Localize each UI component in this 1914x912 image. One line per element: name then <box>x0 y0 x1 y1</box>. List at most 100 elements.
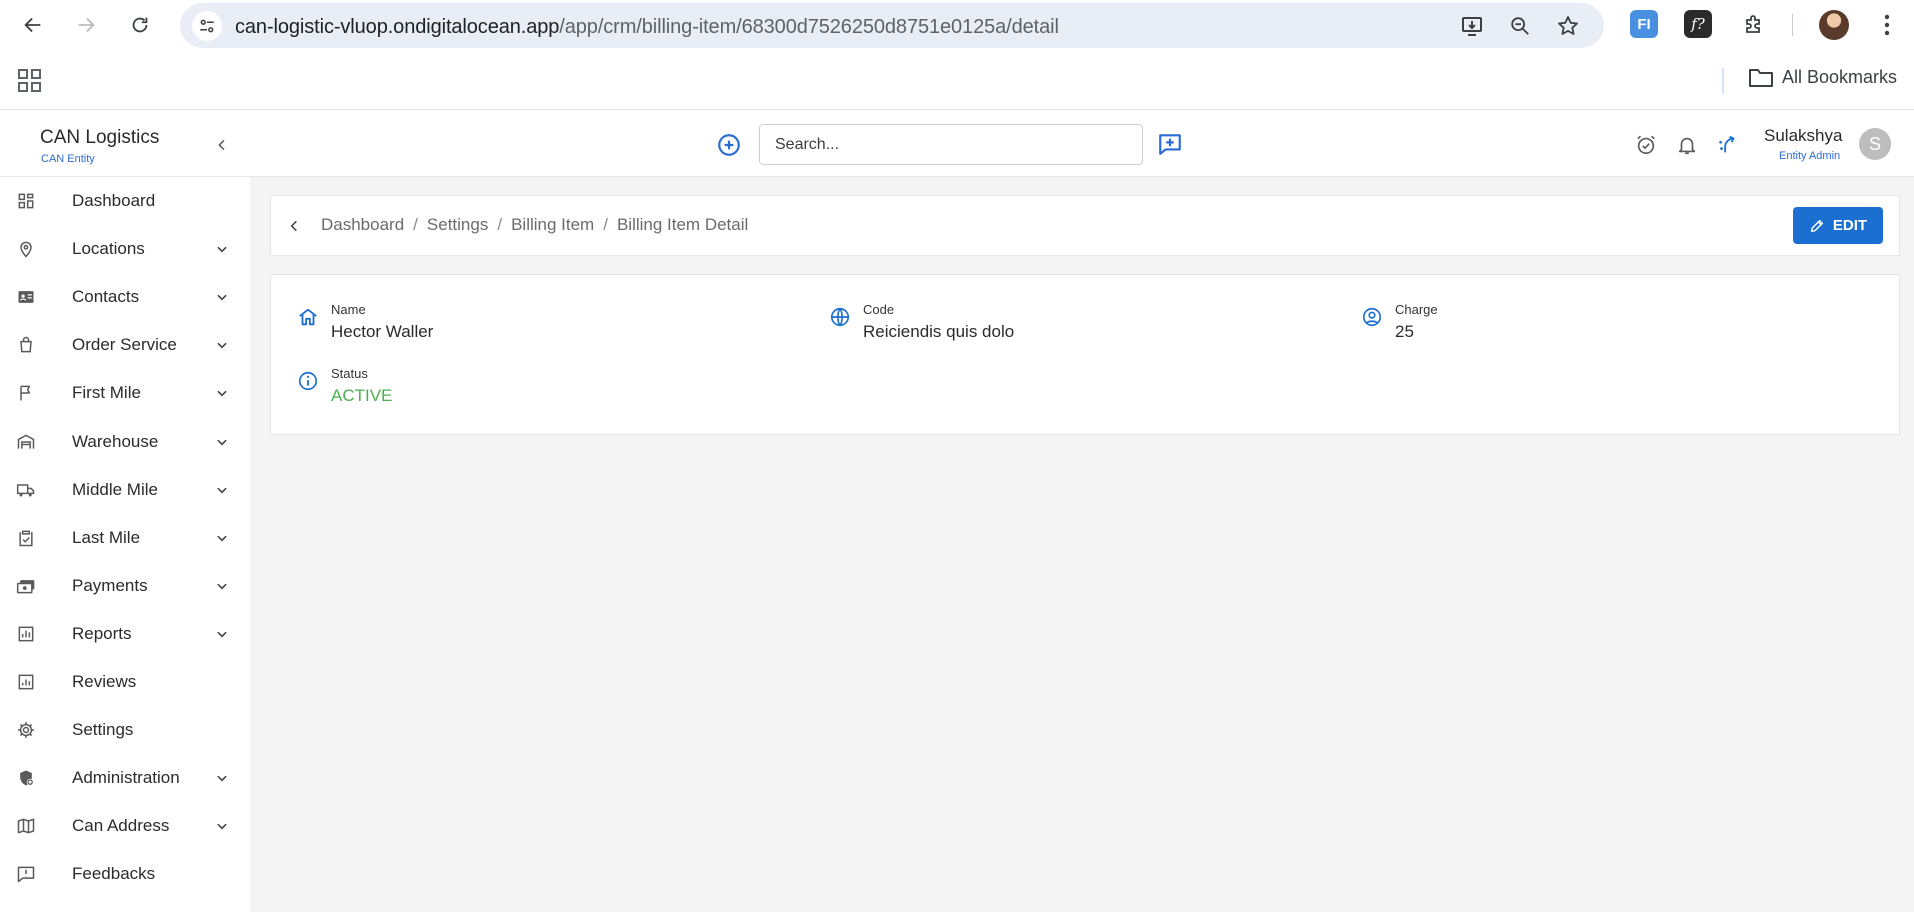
pencil-icon <box>1809 218 1825 234</box>
brand-subtitle: CAN Entity <box>41 153 95 165</box>
chevron-down-icon[interactable] <box>212 335 232 355</box>
extension-fi-icon[interactable]: FI <box>1630 10 1658 38</box>
code-value: Reiciendis quis dolo <box>863 322 1015 341</box>
forward-icon[interactable] <box>70 9 102 41</box>
zoom-icon[interactable] <box>1506 12 1534 40</box>
breadcrumb-current: Billing Item Detail <box>616 215 749 234</box>
apps-grid-icon[interactable] <box>17 68 43 94</box>
sidebar-item-middle-mile[interactable]: Middle Mile <box>0 468 250 512</box>
brand-title: CAN Logistics <box>40 127 160 148</box>
all-bookmarks-button[interactable]: All Bookmarks <box>1748 66 1897 88</box>
warehouse-icon <box>15 431 37 453</box>
billing-item-detail-card: Name Hector Waller Code Reiciendis quis … <box>270 274 1900 435</box>
sidebar-item-can-address[interactable]: Can Address <box>0 804 250 848</box>
chevron-down-icon[interactable] <box>212 624 232 644</box>
sidebar-item-last-mile[interactable]: Last Mile <box>0 516 250 560</box>
reviews-chart-icon <box>15 671 37 693</box>
sidebar-item-warehouse[interactable]: Warehouse <box>0 420 250 464</box>
install-icon[interactable] <box>1458 12 1486 40</box>
back-icon[interactable] <box>17 9 49 41</box>
code-label: Code <box>863 302 895 317</box>
url-path: /app/crm/billing-item/68300d7526250d8751… <box>559 16 1059 38</box>
chevron-down-icon[interactable] <box>212 576 232 596</box>
sidebar-item-administration[interactable]: Administration <box>0 756 250 800</box>
user-name[interactable]: Sulakshya <box>1764 126 1842 146</box>
url-text: can-logistic-vluop.ondigitalocean.app/ap… <box>235 16 1059 39</box>
sidebar-item-label: First Mile <box>72 383 141 403</box>
home-icon <box>297 306 319 328</box>
bell-icon[interactable] <box>1674 132 1700 158</box>
sidebar-item-label: Warehouse <box>72 431 159 451</box>
chevron-down-icon[interactable] <box>212 287 232 307</box>
sidebar-item-reviews[interactable]: Reviews <box>0 660 250 704</box>
chevron-down-icon[interactable] <box>212 480 232 500</box>
dashboard-icon <box>15 190 37 212</box>
sidebar-item-dashboard[interactable]: Dashboard <box>0 179 250 223</box>
bookmarks-divider <box>1722 68 1724 94</box>
breadcrumb-billing-item[interactable]: Billing Item <box>511 215 594 235</box>
sidebar-collapse-button[interactable] <box>210 133 234 157</box>
truck-icon <box>15 479 37 501</box>
sidebar-item-label: Reviews <box>72 672 137 691</box>
url-host: can-logistic-vluop.ondigitalocean.app <box>235 16 560 38</box>
breadcrumb-dashboard[interactable]: Dashboard <box>321 215 404 235</box>
status-value: ACTIVE <box>331 386 393 405</box>
profile-avatar[interactable] <box>1819 10 1849 40</box>
breadcrumb-settings[interactable]: Settings <box>427 215 488 235</box>
sidebar-item-feedbacks[interactable]: Feedbacks <box>0 852 250 896</box>
chevron-down-icon[interactable] <box>212 528 232 548</box>
all-bookmarks-label: All Bookmarks <box>1782 66 1898 87</box>
globe-icon <box>829 306 851 328</box>
add-circle-icon[interactable] <box>716 132 744 160</box>
sidebar-item-label: Payments <box>72 575 148 595</box>
sidebar-item-label: Last Mile <box>72 527 141 547</box>
add-box-icon[interactable] <box>1157 131 1185 159</box>
admin-shield-icon <box>15 767 37 789</box>
status-label: Status <box>331 366 368 381</box>
star-icon[interactable] <box>1554 12 1582 40</box>
sidebar-item-reports[interactable]: Reports <box>0 612 250 656</box>
edit-button[interactable]: EDIT <box>1793 207 1883 244</box>
folder-icon <box>1748 66 1774 88</box>
sidebar-item-contacts[interactable]: Contacts <box>0 275 250 319</box>
sidebar-item-locations[interactable]: Locations <box>0 227 250 271</box>
breadcrumb-separator: / <box>497 215 503 234</box>
account-circle-icon <box>1361 306 1383 328</box>
chevron-down-icon[interactable] <box>212 768 232 788</box>
chevron-down-icon[interactable] <box>212 239 232 259</box>
avatar[interactable]: S <box>1859 128 1891 160</box>
sidebar-item-order-service[interactable]: Order Service <box>0 323 250 367</box>
breadcrumb-separator: / <box>413 215 418 234</box>
chevron-down-icon[interactable] <box>212 383 232 403</box>
alarm-icon[interactable] <box>1633 132 1659 158</box>
extension-f-icon[interactable]: f? <box>1684 10 1712 38</box>
sparkle-icon[interactable] <box>1714 132 1740 158</box>
name-label: Name <box>331 302 366 317</box>
sidebar-item-label: Settings <box>72 720 134 740</box>
sidebar-item-label: Can Address <box>72 816 170 836</box>
menu-dots-icon[interactable] <box>1872 9 1902 41</box>
back-arrow-icon[interactable] <box>283 215 305 237</box>
address-bar[interactable]: can-logistic-vluop.ondigitalocean.app/ap… <box>180 3 1604 48</box>
main-content: Dashboard / Settings / Billing Item / Bi… <box>250 177 1914 912</box>
bar-chart-icon <box>15 623 37 645</box>
chevron-down-icon[interactable] <box>212 432 232 452</box>
chevron-down-icon[interactable] <box>212 816 232 836</box>
location-pin-icon <box>15 238 37 260</box>
search-box <box>759 124 1143 165</box>
reload-icon[interactable] <box>124 9 156 41</box>
extensions-puzzle-icon[interactable] <box>1740 10 1768 38</box>
sidebar-item-label: Middle Mile <box>72 479 158 499</box>
site-settings-icon[interactable] <box>192 11 222 41</box>
breadcrumb-separator: / <box>603 215 608 234</box>
sidebar-item-label: Reports <box>72 623 132 643</box>
sidebar-item-payments[interactable]: Payments <box>0 564 250 608</box>
sidebar-item-settings[interactable]: Settings <box>0 708 250 752</box>
contact-card-icon <box>15 286 37 308</box>
sidebar: Dashboard Locations Contacts Order Service F… <box>0 177 250 912</box>
gear-icon <box>15 719 37 741</box>
sidebar-item-label: Locations <box>72 239 145 259</box>
sidebar-item-first-mile[interactable]: First Mile <box>0 371 250 415</box>
feedback-icon <box>15 863 37 885</box>
search-input[interactable] <box>775 133 1125 157</box>
